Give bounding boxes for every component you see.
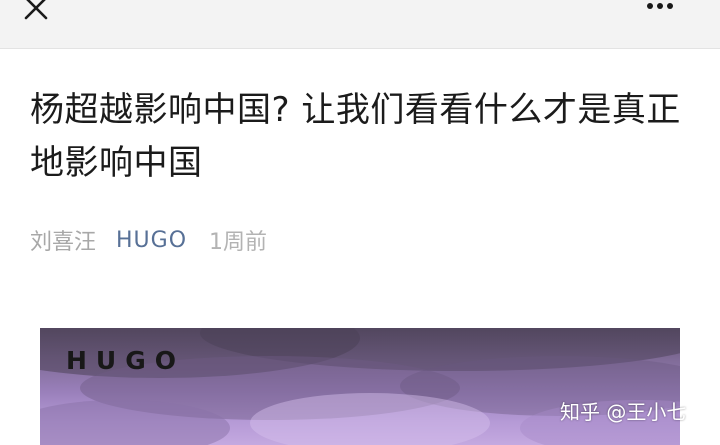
- watermark-text: 知乎 @王小七: [560, 400, 687, 424]
- more-options-button[interactable]: [638, 0, 682, 20]
- article-title: 杨超越影响中国? 让我们看看什么才是真正地影响中国: [30, 90, 681, 183]
- top-navigation-bar: [0, 0, 720, 49]
- close-button[interactable]: [18, 0, 58, 32]
- publish-time: 1周前: [209, 230, 268, 255]
- cover-logo-text: HUGO: [66, 346, 185, 375]
- more-horizontal-icon: [647, 3, 673, 9]
- cover-image[interactable]: HUGO: [40, 328, 680, 445]
- article-meta: 刘喜汪 HUGO 1周前: [30, 222, 267, 258]
- account-name-link[interactable]: HUGO: [116, 228, 187, 253]
- author-name: 刘喜汪: [30, 230, 97, 255]
- close-icon: [24, 0, 48, 20]
